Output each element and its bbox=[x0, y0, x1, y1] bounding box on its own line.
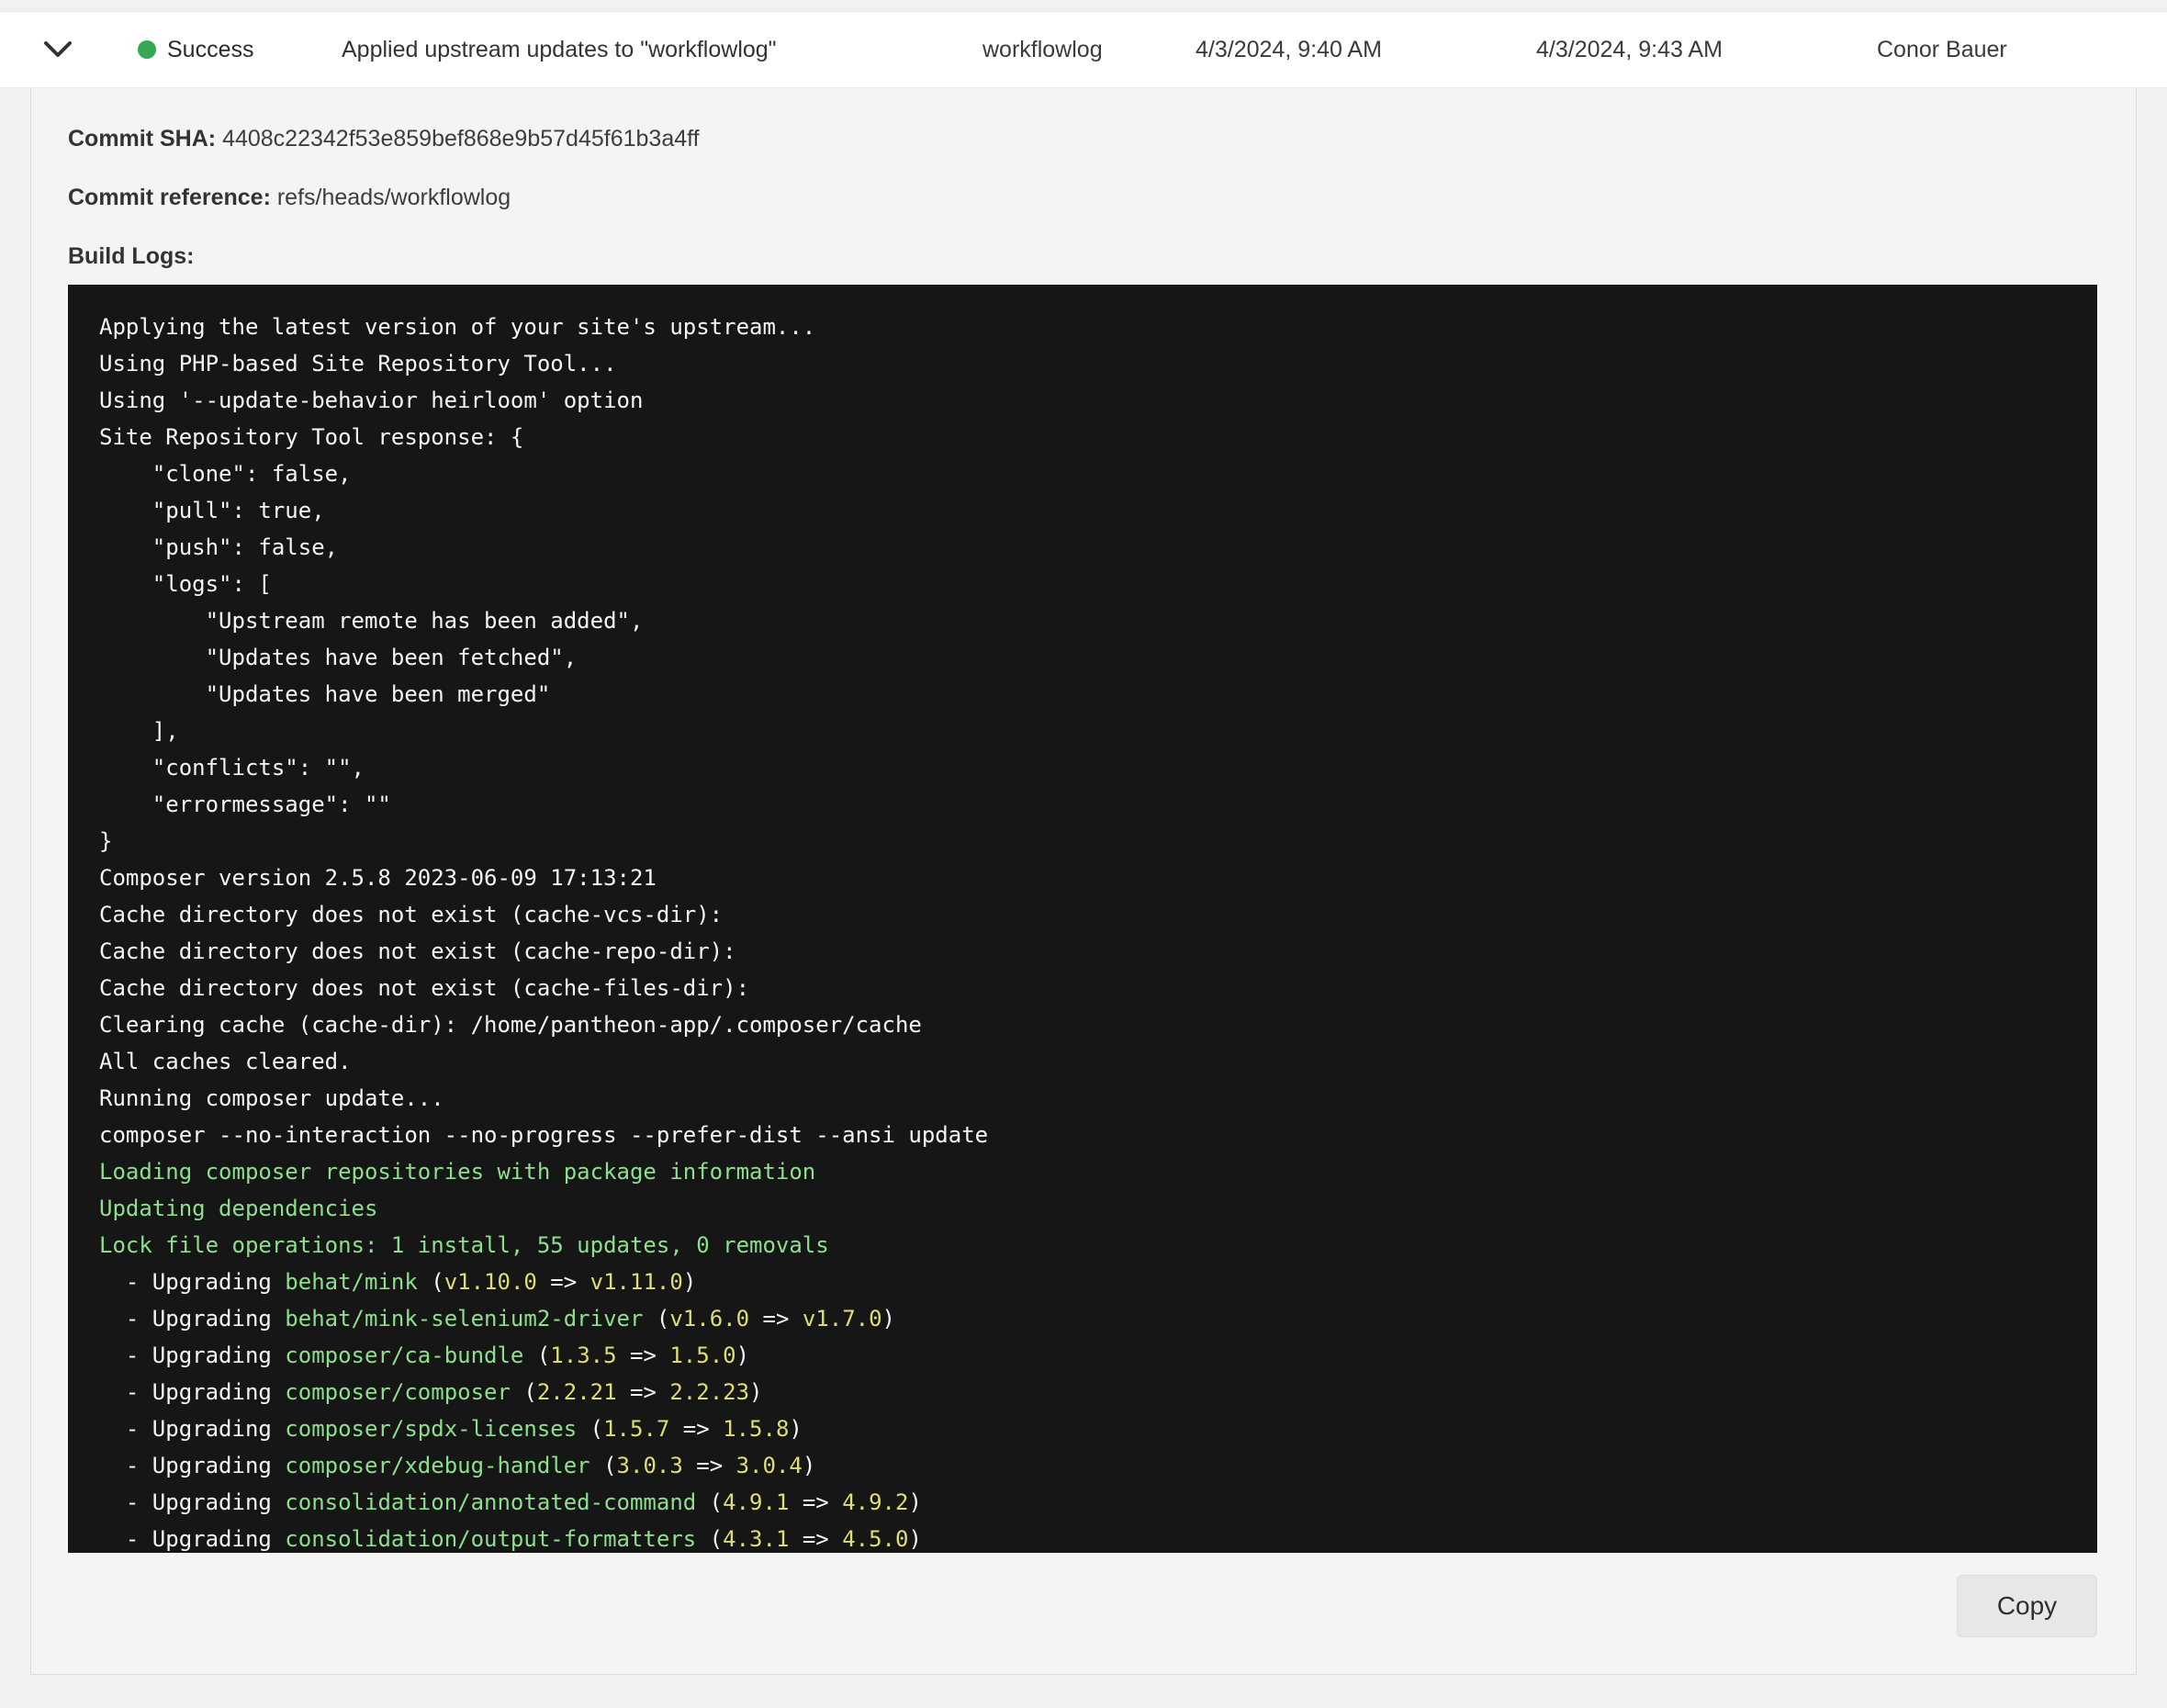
workflow-status: Success bbox=[129, 37, 331, 63]
workflow-log-page: Success Applied upstream updates to "wor… bbox=[0, 11, 2167, 1675]
chevron-down-icon[interactable] bbox=[42, 39, 73, 60]
status-dot-icon bbox=[138, 40, 156, 59]
commit-reference-label: Commit reference: bbox=[68, 185, 271, 210]
workflow-branch: workflowlog bbox=[973, 37, 1189, 63]
workflow-start-time: 4/3/2024, 9:40 AM bbox=[1189, 37, 1529, 63]
status-label: Success bbox=[167, 37, 253, 63]
copy-row: Copy bbox=[68, 1575, 2097, 1637]
commit-sha-value: 4408c22342f53e859bef868e9b57d45f61b3a4ff bbox=[222, 126, 700, 152]
workflow-details-panel: Commit SHA: 4408c22342f53e859bef868e9b57… bbox=[30, 88, 2137, 1675]
workflow-author: Conor Bauer bbox=[1869, 37, 2167, 63]
copy-button[interactable]: Copy bbox=[1957, 1575, 2097, 1637]
workflow-end-time: 4/3/2024, 9:43 AM bbox=[1529, 37, 1869, 63]
build-log-terminal[interactable]: Applying the latest version of your site… bbox=[68, 285, 2097, 1553]
workflow-row[interactable]: Success Applied upstream updates to "wor… bbox=[0, 11, 2167, 88]
commit-sha-line: Commit SHA: 4408c22342f53e859bef868e9b57… bbox=[68, 125, 2097, 152]
build-logs-heading: Build Logs: bbox=[68, 242, 2097, 270]
expand-toggle[interactable] bbox=[0, 39, 129, 60]
workflow-description: Applied upstream updates to "workflowlog… bbox=[331, 37, 973, 63]
commit-reference-value: refs/heads/workflowlog bbox=[277, 185, 511, 210]
commit-reference-line: Commit reference: refs/heads/workflowlog bbox=[68, 184, 2097, 211]
commit-sha-label: Commit SHA: bbox=[68, 126, 216, 152]
